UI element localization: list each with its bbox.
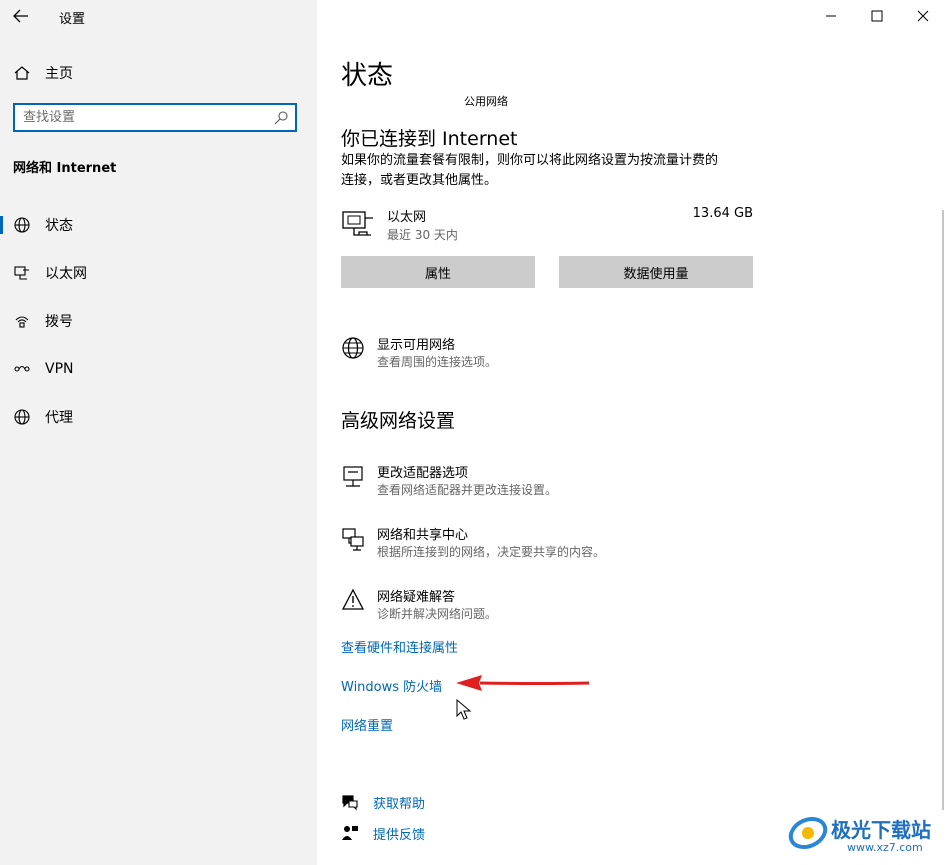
show-networks-subtitle: 查看周围的连接选项。 — [377, 355, 498, 369]
watermark-url: www.xz7.com — [847, 841, 923, 854]
adapter-options-row[interactable]: 更改适配器选项 查看网络适配器并更改连接设置。 — [341, 461, 741, 501]
sidebar-item-label: 代理 — [45, 410, 73, 426]
ethernet-pc-icon — [342, 211, 373, 236]
troubleshoot-subtitle: 诊断并解决网络问题。 — [377, 607, 498, 621]
watermark-text: 极光下载站 — [831, 818, 931, 842]
troubleshoot-row[interactable]: 网络疑难解答 诊断并解决网络问题。 — [341, 585, 741, 625]
sidebar-item-label: 拨号 — [45, 314, 73, 330]
sidebar: 设置 主页 网络和 Internet 状态 以太网 — [0, 0, 317, 865]
adapter-options-title: 更改适配器选项 — [377, 466, 469, 481]
watermark: 极光下载站 www.xz7.com — [787, 808, 949, 860]
get-help-row[interactable]: 获取帮助 — [341, 792, 541, 814]
back-button[interactable] — [10, 6, 32, 26]
adapter-usage: 13.64 GB — [692, 206, 753, 221]
network-type-label: 公用网络 — [464, 95, 508, 108]
vpn-icon — [14, 365, 30, 372]
show-networks-row[interactable]: 显示可用网络 查看周围的连接选项。 — [341, 333, 741, 373]
back-arrow-icon — [13, 9, 28, 23]
watermark-logo-icon — [788, 816, 828, 850]
adapter-period: 最近 30 天内 — [387, 228, 458, 242]
sidebar-item-proxy[interactable]: 代理 — [0, 397, 317, 437]
close-button[interactable] — [900, 0, 946, 32]
network-reset-link[interactable]: 网络重置 — [341, 715, 393, 734]
connected-desc-line1: 如果你的流量套餐有限制，则你可以将此网络设置为按流量计费的 — [341, 153, 719, 168]
sidebar-section-title: 网络和 Internet — [13, 161, 117, 176]
advanced-heading: 高级网络设置 — [341, 410, 456, 432]
adapter-options-subtitle: 查看网络适配器并更改连接设置。 — [377, 483, 558, 497]
connected-heading: 你已连接到 Internet — [341, 128, 518, 150]
connected-desc-line2: 连接，或者更改其他属性。 — [341, 173, 498, 188]
firewall-link[interactable]: Windows 防火墙 — [341, 676, 442, 695]
sidebar-item-ethernet[interactable]: 以太网 — [0, 253, 317, 293]
minimize-button[interactable] — [808, 0, 854, 32]
sharing-center-title: 网络和共享中心 — [377, 528, 469, 543]
properties-button[interactable]: 属性 — [341, 256, 535, 288]
globe-icon — [14, 217, 30, 233]
sharing-center-subtitle: 根据所连接到的网络，决定要共享的内容。 — [377, 545, 606, 559]
sidebar-item-label: 以太网 — [45, 266, 87, 282]
help-chat-icon — [342, 795, 358, 811]
adapter-icon — [343, 466, 363, 487]
sidebar-item-home[interactable]: 主页 — [0, 53, 317, 93]
search-box[interactable] — [13, 103, 297, 132]
page-title: 状态 — [341, 61, 394, 91]
globe-icon — [14, 409, 30, 425]
sidebar-item-vpn[interactable]: VPN — [0, 349, 317, 389]
connected-description: 如果你的流量套餐有限制，则你可以将此网络设置为按流量计费的 连接，或者更改其他属… — [341, 151, 771, 191]
window-title: 设置 — [59, 12, 86, 27]
feedback-link[interactable]: 提供反馈 — [373, 824, 425, 843]
sidebar-item-label: VPN — [45, 361, 74, 377]
ethernet-icon — [14, 266, 29, 280]
home-icon — [14, 66, 30, 80]
troubleshoot-title: 网络疑难解答 — [377, 590, 456, 605]
get-help-link[interactable]: 获取帮助 — [373, 793, 425, 812]
show-networks-title: 显示可用网络 — [377, 338, 456, 353]
hardware-properties-link[interactable]: 查看硬件和连接属性 — [341, 637, 458, 656]
sidebar-item-dialup[interactable]: 拨号 — [0, 301, 317, 341]
feedback-icon — [342, 826, 358, 840]
sidebar-home-label: 主页 — [45, 66, 73, 82]
close-icon — [917, 10, 929, 22]
sharing-icon — [342, 528, 364, 551]
maximize-icon — [871, 10, 883, 22]
dialup-icon — [15, 316, 29, 328]
data-usage-button[interactable]: 数据使用量 — [559, 256, 753, 288]
minimize-icon — [826, 15, 836, 17]
annotation-arrow — [456, 675, 590, 691]
maximize-button[interactable] — [854, 0, 900, 32]
warning-icon — [341, 588, 365, 610]
sharing-center-row[interactable]: 网络和共享中心 根据所连接到的网络，决定要共享的内容。 — [341, 523, 741, 563]
sidebar-item-label: 状态 — [45, 218, 73, 234]
mouse-cursor-icon — [456, 699, 472, 720]
main-content: 状态 公用网络 你已连接到 Internet 如果你的流量套餐有限制，则你可以将… — [317, 0, 949, 865]
search-icon[interactable] — [273, 110, 289, 126]
selection-indicator — [0, 216, 3, 234]
feedback-row[interactable]: 提供反馈 — [341, 823, 541, 845]
sidebar-item-status[interactable]: 状态 — [0, 205, 317, 245]
search-input[interactable] — [15, 105, 281, 130]
adapter-name: 以太网 — [387, 210, 427, 225]
scrollbar[interactable] — [942, 210, 944, 810]
globe-icon — [342, 337, 364, 359]
